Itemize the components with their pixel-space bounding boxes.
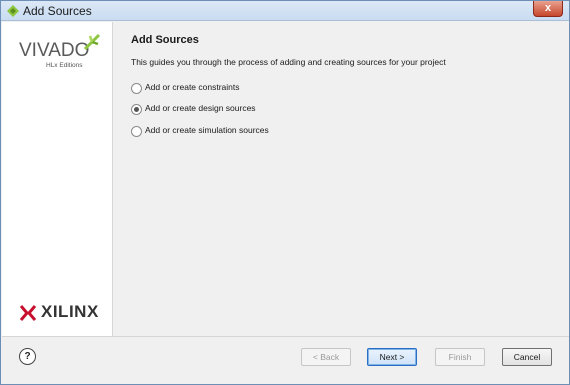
radio-button[interactable]: [131, 83, 142, 94]
add-sources-dialog: Add Sources x VIVADO HLx Editions XILINX…: [0, 0, 570, 385]
help-button[interactable]: ?: [19, 348, 36, 365]
sidebar: VIVADO HLx Editions XILINX: [2, 22, 113, 336]
window-title: Add Sources: [23, 4, 92, 18]
xilinx-logo-text: XILINX: [41, 302, 99, 321]
xilinx-logo-icon: [19, 305, 37, 321]
cancel-button[interactable]: Cancel: [502, 348, 552, 366]
footer-divider: [2, 336, 569, 337]
option-label[interactable]: Add or create constraints: [145, 82, 240, 92]
title-bar: Add Sources x: [1, 1, 569, 21]
page-title: Add Sources: [131, 34, 199, 46]
radio-button-selected[interactable]: [131, 104, 142, 115]
vivado-app-icon: [6, 4, 20, 18]
close-button[interactable]: x: [533, 1, 563, 17]
option-label[interactable]: Add or create simulation sources: [145, 125, 269, 135]
next-button[interactable]: Next >: [367, 348, 417, 366]
radio-button[interactable]: [131, 126, 142, 137]
vivado-leaf-icon: [83, 33, 101, 51]
edition-label: HLx Editions: [46, 62, 83, 69]
vivado-logo-text: VIVADO: [19, 40, 90, 61]
back-button[interactable]: < Back: [301, 348, 351, 366]
option-label[interactable]: Add or create design sources: [145, 103, 256, 113]
finish-button[interactable]: Finish: [435, 348, 485, 366]
page-description: This guides you through the process of a…: [131, 57, 446, 67]
main-panel: Add Sources This guides you through the …: [114, 22, 569, 336]
